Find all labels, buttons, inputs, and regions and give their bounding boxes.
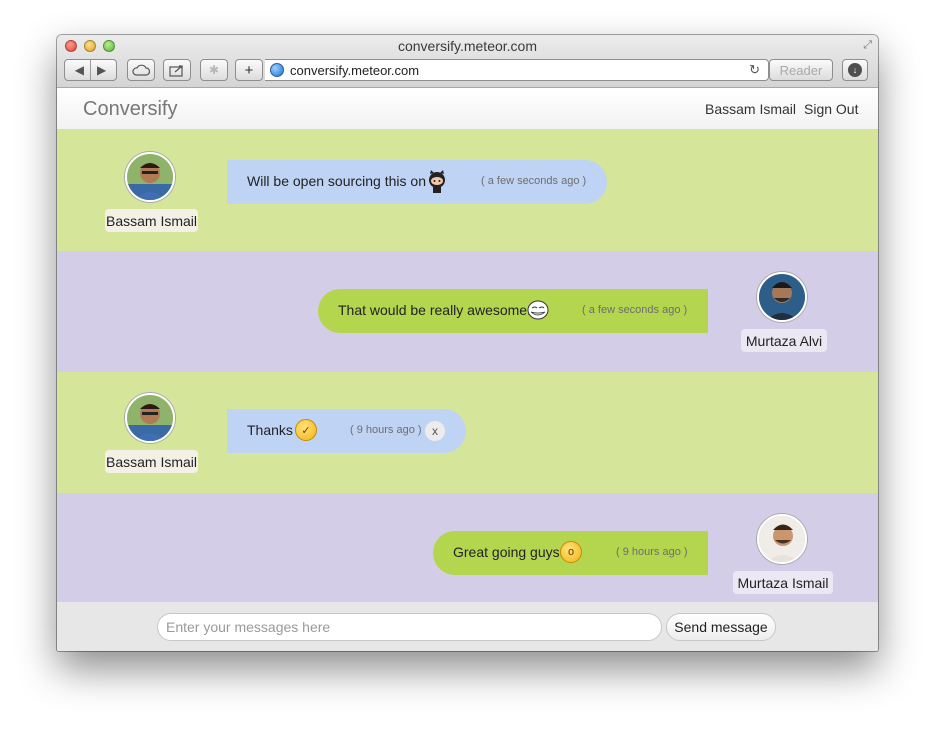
- message-composer: Send message: [57, 601, 878, 651]
- current-user-link[interactable]: Bassam Ismail: [705, 101, 796, 117]
- delete-message-button[interactable]: x: [425, 421, 445, 441]
- download-icon: ↓: [848, 63, 862, 77]
- avatar: [757, 514, 807, 564]
- send-message-button[interactable]: Send message: [666, 613, 776, 641]
- globe-icon: [270, 63, 284, 77]
- address-bar[interactable]: conversify.meteor.com ↻: [265, 59, 769, 81]
- reload-icon[interactable]: ↻: [749, 62, 760, 78]
- message-bubble: Will be open sourcing this on ( a few se…: [227, 160, 607, 204]
- browser-window: conversify.meteor.com ⤢ ◀ ▶ ✱ + conversi…: [57, 35, 878, 651]
- browser-toolbar: conversify.meteor.com ⤢ ◀ ▶ ✱ + conversi…: [57, 35, 878, 88]
- cloud-icon: [132, 64, 150, 76]
- extension-icon: ✱: [208, 63, 220, 77]
- downloads-button[interactable]: ↓: [842, 59, 868, 81]
- app-brand[interactable]: Conversify: [83, 98, 177, 121]
- message-text: That would be really awesome.: [338, 302, 531, 318]
- back-forward-buttons: ◀ ▶: [64, 59, 117, 81]
- icloud-tabs-button[interactable]: [127, 59, 155, 81]
- fullscreen-icon[interactable]: ⤢: [863, 39, 872, 52]
- message-row: Bassam Ismail Thanks ✓ ( 9 hours ago ) x: [57, 372, 878, 493]
- avatar: [125, 152, 175, 202]
- avatar: [757, 272, 807, 322]
- back-arrow-icon[interactable]: ◀: [75, 63, 84, 77]
- message-timestamp: ( 9 hours ago ): [350, 424, 422, 436]
- message-row: That would be really awesome. ( a few se…: [57, 251, 878, 372]
- app-navbar: Conversify Bassam Ismail Sign Out: [57, 88, 878, 130]
- author-name: Bassam Ismail: [105, 209, 198, 232]
- reader-button[interactable]: Reader: [769, 59, 833, 81]
- forward-arrow-icon[interactable]: ▶: [97, 63, 106, 77]
- message-timestamp: ( a few seconds ago ): [582, 304, 688, 316]
- trollface-icon: [527, 300, 549, 320]
- message-bubble: That would be really awesome. ( a few se…: [318, 289, 708, 333]
- author-name: Bassam Ismail: [105, 450, 198, 473]
- url-text[interactable]: conversify.meteor.com: [290, 63, 419, 78]
- avatar: [125, 393, 175, 443]
- extension-button[interactable]: ✱: [200, 59, 228, 81]
- message-bubble: Great going guys. o ( 9 hours ago ): [433, 531, 708, 575]
- message-row: Bassam Ismail Will be open sourcing this…: [57, 130, 878, 251]
- new-tab-button[interactable]: +: [235, 59, 263, 81]
- author-name: Murtaza Alvi: [741, 329, 827, 352]
- github-octocat-icon: [426, 170, 448, 197]
- message-text: Thanks: [247, 422, 293, 438]
- message-input[interactable]: [157, 613, 662, 641]
- window-title: conversify.meteor.com: [397, 38, 537, 54]
- message-timestamp: ( 9 hours ago ): [616, 546, 688, 558]
- surprised-emoji-icon: o: [560, 541, 582, 563]
- share-button[interactable]: [163, 59, 191, 81]
- sign-out-link[interactable]: Sign Out: [804, 101, 858, 117]
- message-bubble: Thanks ✓ ( 9 hours ago ) x: [227, 409, 466, 453]
- author-name: Murtaza Ismail: [733, 571, 833, 594]
- message-text: Great going guys.: [453, 544, 564, 560]
- message-timestamp: ( a few seconds ago ): [481, 175, 587, 187]
- laughing-emoji-icon: ✓: [295, 419, 317, 441]
- message-text: Will be open sourcing this on: [247, 173, 426, 189]
- share-icon: [169, 64, 183, 77]
- message-row: Great going guys. o ( 9 hours ago ) Murt…: [57, 493, 878, 601]
